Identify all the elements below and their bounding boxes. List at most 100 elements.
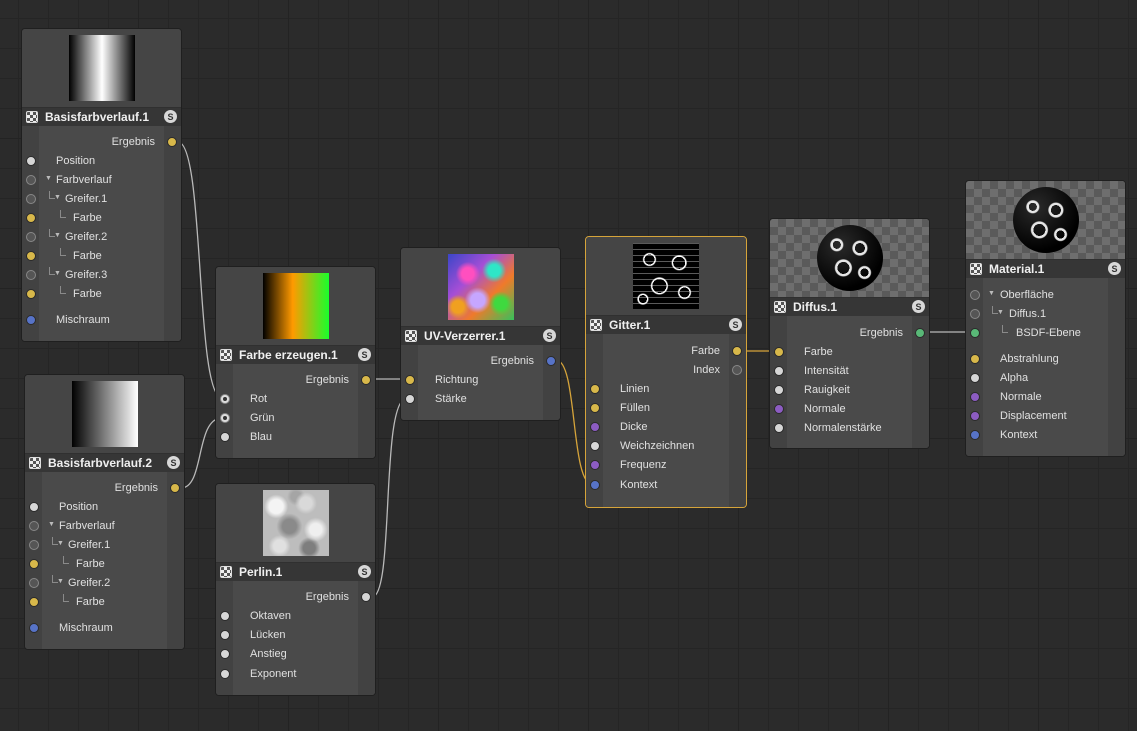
output-row[interactable]: Ergebnis: [770, 324, 929, 343]
output-port[interactable]: [361, 375, 371, 385]
input-port[interactable]: [220, 649, 230, 659]
input-row[interactable]: Rauigkeit: [770, 381, 929, 400]
wire-perlin-to-staerke[interactable]: [371, 397, 408, 598]
input-row[interactable]: Farbe: [22, 209, 181, 228]
expand-triangle-icon[interactable]: ▼: [54, 232, 61, 239]
solo-button[interactable]: S: [358, 565, 371, 578]
input-port[interactable]: [970, 392, 980, 402]
expand-triangle-icon[interactable]: ▼: [57, 578, 64, 585]
input-port[interactable]: [970, 309, 980, 319]
solo-button[interactable]: S: [912, 300, 925, 313]
input-port[interactable]: [26, 175, 36, 185]
input-row[interactable]: Weichzeichnen: [586, 437, 746, 456]
expand-triangle-icon[interactable]: ▼: [48, 521, 55, 528]
expand-triangle-icon[interactable]: ▼: [988, 290, 995, 297]
input-row[interactable]: BSDF-Ebene: [966, 324, 1125, 343]
output-port[interactable]: [732, 346, 742, 356]
input-port[interactable]: [26, 232, 36, 242]
node-uv-verzerrer-1[interactable]: UV-Verzerrer.1 S Ergebnis Richtung Stärk…: [400, 247, 561, 421]
solo-button[interactable]: S: [729, 318, 742, 331]
input-port[interactable]: [590, 384, 600, 394]
input-row[interactable]: Kontext: [966, 426, 1125, 445]
input-row[interactable]: ▼ Greifer.1: [22, 190, 181, 209]
output-port[interactable]: [915, 328, 925, 338]
input-port[interactable]: [220, 611, 230, 621]
input-port[interactable]: [29, 559, 39, 569]
input-port[interactable]: [29, 623, 39, 633]
input-port[interactable]: [590, 422, 600, 432]
input-port[interactable]: [26, 156, 36, 166]
input-row[interactable]: Displacement: [966, 407, 1125, 426]
input-row[interactable]: Normale: [966, 388, 1125, 407]
input-row[interactable]: ▼ Oberfläche: [966, 286, 1125, 305]
input-port[interactable]: [29, 597, 39, 607]
input-row[interactable]: Dicke: [586, 418, 746, 437]
expand-triangle-icon[interactable]: ▼: [54, 194, 61, 201]
output-row[interactable]: Ergebnis: [216, 588, 375, 607]
input-port[interactable]: [29, 540, 39, 550]
input-row[interactable]: Rot: [216, 390, 375, 409]
solo-button[interactable]: S: [164, 110, 177, 123]
node-basisfarbverlauf-1[interactable]: Basisfarbverlauf.1 S Ergebnis Position ▼…: [21, 28, 182, 342]
output-port[interactable]: [170, 483, 180, 493]
input-port[interactable]: [29, 521, 39, 531]
node-farbe-erzeugen-1[interactable]: Farbe erzeugen.1 S Ergebnis Rot Grün Bla…: [215, 266, 376, 459]
input-row[interactable]: Anstieg: [216, 645, 375, 664]
input-port[interactable]: [26, 251, 36, 261]
input-row[interactable]: Frequenz: [586, 456, 746, 475]
node-basisfarbverlauf-2[interactable]: Basisfarbverlauf.2 S Ergebnis Position ▼…: [24, 374, 185, 650]
input-port[interactable]: [26, 213, 36, 223]
input-row[interactable]: ▼ Diffus.1: [966, 305, 1125, 324]
input-row[interactable]: Position: [25, 498, 184, 517]
node-header[interactable]: Perlin.1 S: [216, 563, 375, 581]
node-gitter-1[interactable]: Gitter.1 S Farbe Index Linien Füllen Dic…: [585, 236, 747, 508]
input-row[interactable]: Füllen: [586, 399, 746, 418]
input-row[interactable]: ▼ Greifer.1: [25, 536, 184, 555]
input-port[interactable]: [29, 578, 39, 588]
input-row[interactable]: ▼ Greifer.2: [25, 574, 184, 593]
input-row[interactable]: Abstrahlung: [966, 350, 1125, 369]
node-material-1[interactable]: Material.1 S ▼ Oberfläche ▼ Diffus.1 BSD…: [965, 180, 1126, 457]
input-port[interactable]: [220, 432, 230, 442]
output-row[interactable]: Ergebnis: [25, 479, 184, 498]
node-header[interactable]: UV-Verzerrer.1 S: [401, 327, 560, 345]
output-row[interactable]: Index: [586, 361, 746, 380]
output-port[interactable]: [546, 356, 556, 366]
input-port[interactable]: [26, 194, 36, 204]
input-port[interactable]: [29, 502, 39, 512]
input-row[interactable]: Oktaven: [216, 607, 375, 626]
node-perlin-1[interactable]: Perlin.1 S Ergebnis Oktaven Lücken Ansti…: [215, 483, 376, 696]
node-header[interactable]: Gitter.1 S: [586, 316, 746, 334]
output-row[interactable]: Ergebnis: [401, 352, 560, 371]
node-header[interactable]: Farbe erzeugen.1 S: [216, 346, 375, 364]
input-row[interactable]: Farbe: [22, 247, 181, 266]
input-row[interactable]: Grün: [216, 409, 375, 428]
input-port[interactable]: [590, 480, 600, 490]
input-row[interactable]: Farbe: [25, 555, 184, 574]
node-header[interactable]: Diffus.1 S: [770, 298, 929, 316]
input-row[interactable]: Position: [22, 152, 181, 171]
input-port[interactable]: [220, 669, 230, 679]
input-port[interactable]: [220, 630, 230, 640]
input-row[interactable]: Intensität: [770, 362, 929, 381]
input-port[interactable]: [774, 423, 784, 433]
output-row[interactable]: Ergebnis: [216, 371, 375, 390]
input-row[interactable]: ▼ Farbverlauf: [25, 517, 184, 536]
input-port[interactable]: [970, 373, 980, 383]
input-row[interactable]: Stärke: [401, 390, 560, 409]
input-row[interactable]: Richtung: [401, 371, 560, 390]
node-diffus-1[interactable]: Diffus.1 S Ergebnis Farbe Intensität Rau…: [769, 218, 930, 449]
expand-triangle-icon[interactable]: ▼: [45, 175, 52, 182]
input-port[interactable]: [774, 347, 784, 357]
input-port[interactable]: [590, 460, 600, 470]
expand-triangle-icon[interactable]: ▼: [997, 309, 1004, 316]
output-port[interactable]: [361, 592, 371, 602]
input-row[interactable]: Farbe: [25, 593, 184, 612]
solo-button[interactable]: S: [1108, 262, 1121, 275]
node-header[interactable]: Material.1 S: [966, 260, 1125, 278]
input-row[interactable]: Exponent: [216, 665, 375, 684]
input-row[interactable]: Normale: [770, 400, 929, 419]
input-port[interactable]: [774, 366, 784, 376]
input-port[interactable]: [970, 328, 980, 338]
expand-triangle-icon[interactable]: ▼: [57, 540, 64, 547]
